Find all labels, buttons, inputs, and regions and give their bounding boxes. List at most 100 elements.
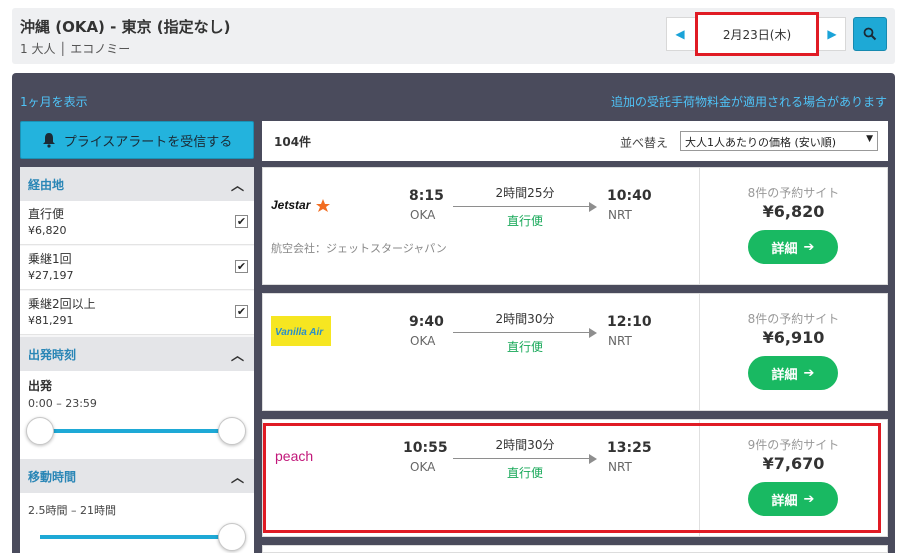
departure-filter: 出発 0:00 – 23:59: [20, 371, 254, 459]
stop-label: 直行便: [28, 207, 65, 221]
departure-slider-min-handle[interactable]: [26, 417, 54, 445]
arrow-right-icon: ➔: [803, 491, 815, 507]
departure-heading: 出発時刻: [28, 347, 77, 362]
details-button[interactable]: 詳細 ➔: [748, 356, 838, 390]
fare-price: ¥6,910: [762, 328, 825, 347]
details-label: 詳細: [771, 241, 798, 257]
results-header: 104件 並べ替え 大人1人あたりの価格 (安い順) ▼: [262, 121, 888, 161]
departure-time: 9:40: [409, 314, 444, 330]
airline-logo-peach: peach: [271, 442, 331, 472]
route-arrow: [453, 332, 591, 333]
duration-slider-track[interactable]: [40, 535, 232, 539]
flight-result[interactable]: peach 10:55 OKA 2時間30分 直行便 13:25 NRT 9件の…: [262, 419, 888, 537]
operated-by: 航空会社：ジェットスタージャパン: [271, 242, 447, 255]
chevron-right-icon[interactable]: ▶: [819, 18, 845, 50]
stop-option-two-plus[interactable]: 乗継2回以上 ¥81,291 ✔: [20, 291, 254, 335]
price-alert-label: プライスアラートを受信する: [63, 134, 233, 150]
svg-text:Vanilla Air: Vanilla Air: [275, 327, 324, 338]
filter-sidebar: 経由地 ︿ 直行便 ¥6,820 ✔ 乗継1回 ¥27,197 ✔ 乗継2回以上…: [20, 167, 254, 553]
details-label: 詳細: [771, 493, 798, 509]
stops-label: 直行便: [506, 214, 543, 228]
stop-option-one[interactable]: 乗継1回 ¥27,197 ✔: [20, 246, 254, 290]
departure-time: 10:55: [403, 440, 448, 456]
date-selector[interactable]: 2月23日(木): [695, 12, 819, 56]
details-button[interactable]: 詳細 ➔: [748, 230, 838, 264]
chevron-left-icon[interactable]: ◀: [667, 18, 693, 50]
show-month-link[interactable]: 1ヶ月を表示: [20, 93, 88, 110]
stop-checkbox[interactable]: ✔: [235, 260, 248, 273]
airline-logo-jetstar: Jetstar: [271, 190, 331, 220]
search-icon: [863, 27, 877, 41]
sort-label: 並べ替え: [620, 136, 669, 150]
departure-filter-header[interactable]: 出発時刻 ︿: [20, 337, 254, 371]
duration-range: 2.5時間 – 21時間: [28, 504, 116, 517]
booking-sites-count: 8件の予約サイト: [747, 312, 840, 326]
departure-slider-track[interactable]: [40, 429, 232, 433]
flight-duration: 2時間30分: [495, 312, 555, 326]
duration-filter: 2.5時間 – 21時間: [20, 493, 254, 553]
sort-select[interactable]: 大人1人あたりの価格 (安い順) ▼: [680, 131, 878, 151]
flight-result[interactable]: Jetstar 航空会社：ジェットスタージャパン 8:15 OKA 2時間25分…: [262, 167, 888, 285]
stop-price: ¥27,197: [28, 269, 74, 282]
departure-time: 8:15: [409, 188, 444, 204]
price-column: 8件の予約サイト ¥6,820 詳細 ➔: [699, 168, 887, 284]
details-label: 詳細: [771, 367, 798, 383]
departure-label: 出発: [28, 379, 53, 393]
date-navigator: ◀ 2月23日(木) ▶: [666, 12, 846, 56]
flight-duration: 2時間30分: [495, 438, 555, 452]
departure-slider-max-handle[interactable]: [218, 417, 246, 445]
result-count: 104件: [274, 135, 312, 149]
price-column: 9件の予約サイト ¥7,670 詳細 ➔: [699, 420, 887, 536]
booking-sites-count: 8件の予約サイト: [747, 186, 840, 200]
details-button[interactable]: 詳細 ➔: [748, 482, 838, 516]
arrow-right-icon: [589, 454, 597, 464]
price-alert-button[interactable]: プライスアラートを受信する: [20, 121, 254, 159]
departure-airport: OKA: [410, 208, 436, 222]
arrival-airport: NRT: [608, 334, 632, 348]
arrow-right-icon: [589, 328, 597, 338]
passenger-class: 1 大人 │ エコノミー: [20, 42, 131, 56]
price-column: 8件の予約サイト ¥6,910 詳細 ➔: [699, 294, 887, 410]
booking-sites-count: 9件の予約サイト: [747, 438, 840, 452]
stop-price: ¥6,820: [28, 224, 67, 237]
stops-label: 直行便: [506, 466, 543, 480]
dropdown-arrow-icon: ▼: [866, 134, 873, 144]
stops-filter-header[interactable]: 経由地 ︿: [20, 167, 254, 201]
flight-duration: 2時間25分: [495, 186, 555, 200]
search-summary: 沖縄 (OKA) - 東京 (指定なし) 1 大人 │ エコノミー ◀ 2月23…: [12, 8, 895, 64]
flight-result[interactable]: [262, 545, 888, 553]
stop-checkbox[interactable]: ✔: [235, 215, 248, 228]
duration-heading: 移動時間: [28, 469, 77, 484]
route-title: 沖縄 (OKA) - 東京 (指定なし): [20, 18, 231, 36]
departure-airport: OKA: [410, 460, 436, 474]
arrival-time: 13:25: [607, 440, 652, 456]
vanilla-air-logo: Vanilla Air: [271, 316, 331, 346]
sort-value: 大人1人あたりの価格 (安い順): [685, 136, 837, 149]
departure-airport: OKA: [410, 334, 436, 348]
stop-option-nonstop[interactable]: 直行便 ¥6,820 ✔: [20, 201, 254, 245]
fare-price: ¥7,670: [762, 454, 825, 473]
departure-range: 0:00 – 23:59: [28, 397, 97, 410]
airline-logo-vanilla: Vanilla Air: [271, 316, 331, 346]
peach-logo: peach: [275, 448, 313, 464]
chevron-up-icon: ︿: [230, 178, 244, 194]
arrow-right-icon: ➔: [803, 365, 815, 381]
route-arrow: [453, 458, 591, 459]
svg-text:peach: peach: [275, 448, 313, 464]
bell-icon: [42, 133, 55, 148]
duration-filter-header[interactable]: 移動時間 ︿: [20, 459, 254, 493]
stops-label: 直行便: [506, 340, 543, 354]
duration-slider-max-handle[interactable]: [218, 523, 246, 551]
stop-label: 乗継1回: [28, 252, 72, 266]
stop-price: ¥81,291: [28, 314, 74, 327]
arrival-time: 10:40: [607, 188, 652, 204]
stop-checkbox[interactable]: ✔: [235, 305, 248, 318]
arrival-time: 12:10: [607, 314, 652, 330]
flight-result[interactable]: Vanilla Air 9:40 OKA 2時間30分 直行便 12:10 NR…: [262, 293, 888, 411]
search-button[interactable]: [853, 17, 887, 51]
results-panel: 1ヶ月を表示 追加の受託手荷物料金が適用される場合があります プライスアラートを…: [12, 73, 895, 553]
route-arrow: [453, 206, 591, 207]
arrow-right-icon: [589, 202, 597, 212]
baggage-fee-note[interactable]: 追加の受託手荷物料金が適用される場合があります: [611, 93, 887, 110]
arrival-airport: NRT: [608, 460, 632, 474]
